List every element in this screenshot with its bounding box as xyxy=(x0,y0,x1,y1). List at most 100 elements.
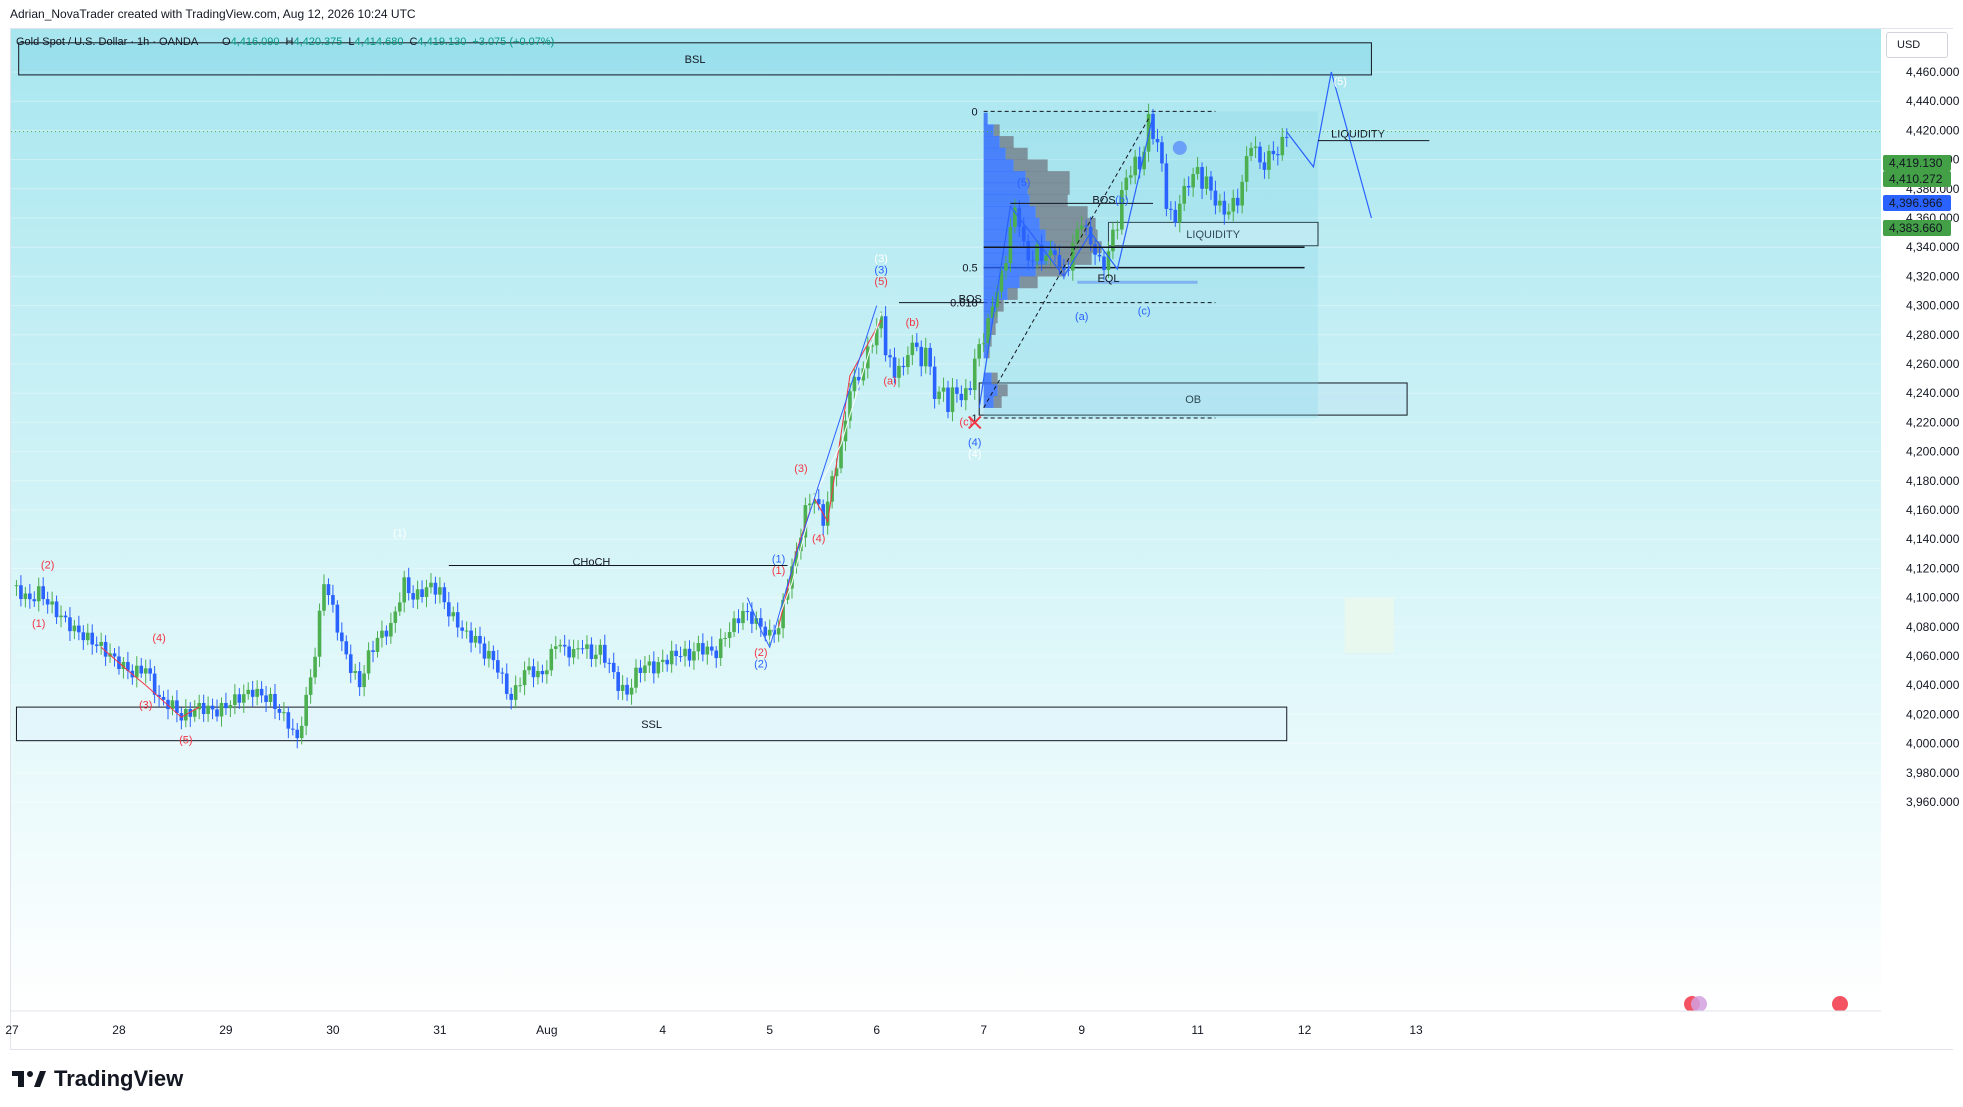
candle-body-down xyxy=(491,650,496,661)
candle-body-down xyxy=(1160,142,1164,164)
candle-body-down xyxy=(1235,197,1240,206)
candle-body-up xyxy=(545,670,549,675)
time-axis[interactable]: 27 28 29 30 31 Aug 4 5 6 7 9 11 12 13 xyxy=(5,1010,1953,1049)
high-value: 4,420.375 xyxy=(293,36,342,48)
candle-body-down xyxy=(344,641,349,655)
zone-label-ssl: SSL xyxy=(641,719,662,731)
marker-dot-icon xyxy=(1172,140,1187,155)
candle-body-down xyxy=(112,653,117,657)
candle-body-down xyxy=(1186,185,1191,188)
candle-body-up xyxy=(322,584,326,611)
candle-body-up xyxy=(50,601,54,605)
chart-canvas[interactable]: BSLSSLOBLIQUIDITY00.50.6181 (2)(1)(4)(3)… xyxy=(0,0,1963,1056)
candle-body-up xyxy=(1004,263,1008,271)
candle-body-down xyxy=(709,646,714,651)
candle-body-up xyxy=(1133,156,1137,176)
candle-body-down xyxy=(883,316,888,356)
candle-body-down xyxy=(607,662,612,664)
price-tick-label: 4,000.000 xyxy=(1906,737,1960,751)
profile-bar-down xyxy=(999,136,1014,149)
candle-body-down xyxy=(340,632,344,642)
wave-label-red: (2) xyxy=(41,559,54,571)
candle-body-up xyxy=(620,684,625,691)
candle-body-down xyxy=(665,659,669,665)
candle-body-up xyxy=(1253,146,1258,148)
profile-bar-down xyxy=(1035,206,1088,219)
candle-body-up xyxy=(1227,211,1231,215)
candle-body-down xyxy=(701,643,705,655)
candle-body-down xyxy=(335,604,340,633)
wave-label-red: (4) xyxy=(152,632,165,644)
time-tick-label: 7 xyxy=(980,1023,987,1037)
candle-body-down xyxy=(714,650,719,659)
candle-body-down xyxy=(504,673,509,694)
candle-body-down xyxy=(616,672,620,691)
candle-body-up xyxy=(941,387,946,392)
candle-body-up xyxy=(23,593,28,600)
candle-body-down xyxy=(286,712,291,729)
candle-body-up xyxy=(299,725,304,739)
candle-body-down xyxy=(442,587,447,603)
candle-body-down xyxy=(1057,254,1062,267)
time-tick-label: 9 xyxy=(1078,1023,1085,1037)
event-flag-icon[interactable] xyxy=(1832,996,1848,1012)
candle-body-up xyxy=(1267,150,1271,170)
candle-body-up xyxy=(268,694,273,702)
candle-body-up xyxy=(518,685,522,687)
price-tick-label: 4,460.000 xyxy=(1906,65,1960,79)
candle-body-down xyxy=(1276,154,1280,156)
candle-body-down xyxy=(888,355,892,358)
tradingview-logo[interactable]: TradingView xyxy=(12,1066,183,1092)
wave-label-red: (3) xyxy=(139,700,152,712)
profile-bar-down xyxy=(1027,182,1070,195)
candle-body-down xyxy=(745,610,750,612)
candle-body-down xyxy=(1021,226,1026,242)
candle-body-up xyxy=(353,671,357,673)
candle-body-down xyxy=(638,667,643,673)
profile-bar-up xyxy=(983,194,1030,207)
profile-bar-down xyxy=(1013,159,1048,172)
candle-body-down xyxy=(41,586,45,600)
candle-body-up xyxy=(571,649,576,658)
price-tick-label: 4,260.000 xyxy=(1906,357,1960,371)
candle-body-up xyxy=(241,694,246,703)
candle-body-down xyxy=(1084,225,1088,227)
candle-body-down xyxy=(326,584,331,596)
candle-body-up xyxy=(906,355,910,368)
time-tick-label: Aug xyxy=(536,1023,557,1037)
wave-label-blue: (5) xyxy=(1017,177,1030,189)
candle-body-down xyxy=(77,625,81,633)
time-tick-label: 12 xyxy=(1298,1023,1312,1037)
time-tick-label: 30 xyxy=(326,1023,340,1037)
candle-body-down xyxy=(210,705,215,710)
price-tick-label: 4,200.000 xyxy=(1906,445,1960,459)
candle-body-up xyxy=(1008,226,1013,264)
candle-body-up xyxy=(1218,200,1222,206)
candle-body-down xyxy=(161,696,166,700)
candle-body-down xyxy=(1026,241,1031,261)
price-tick-label: 4,280.000 xyxy=(1906,328,1960,342)
candle-body-down xyxy=(411,593,415,600)
candle-body-up xyxy=(656,662,661,674)
candle-body-up xyxy=(206,705,210,715)
candle-body-up xyxy=(1079,225,1084,230)
candle-body-down xyxy=(857,376,861,381)
candle-body-down xyxy=(736,618,741,624)
candle-body-up xyxy=(308,677,313,695)
candle-body-down xyxy=(509,693,513,700)
candle-body-down xyxy=(201,702,206,715)
candle-body-down xyxy=(264,695,268,702)
candle-body-down xyxy=(384,630,389,637)
candle-body-up xyxy=(683,648,687,657)
price-tick-label: 4,180.000 xyxy=(1906,474,1960,488)
event-flag-icon[interactable] xyxy=(1691,996,1707,1012)
candle-body-down xyxy=(687,648,692,661)
candle-body-up xyxy=(487,650,491,659)
candle-body-down xyxy=(531,666,536,678)
candle-body-up xyxy=(464,630,469,632)
time-tick-label: 11 xyxy=(1191,1023,1204,1037)
candle-body-up xyxy=(1249,147,1253,157)
wave-label-red: (4) xyxy=(812,533,825,545)
currency-selector[interactable]: USD xyxy=(1886,32,1948,58)
candle-body-down xyxy=(1097,254,1102,257)
